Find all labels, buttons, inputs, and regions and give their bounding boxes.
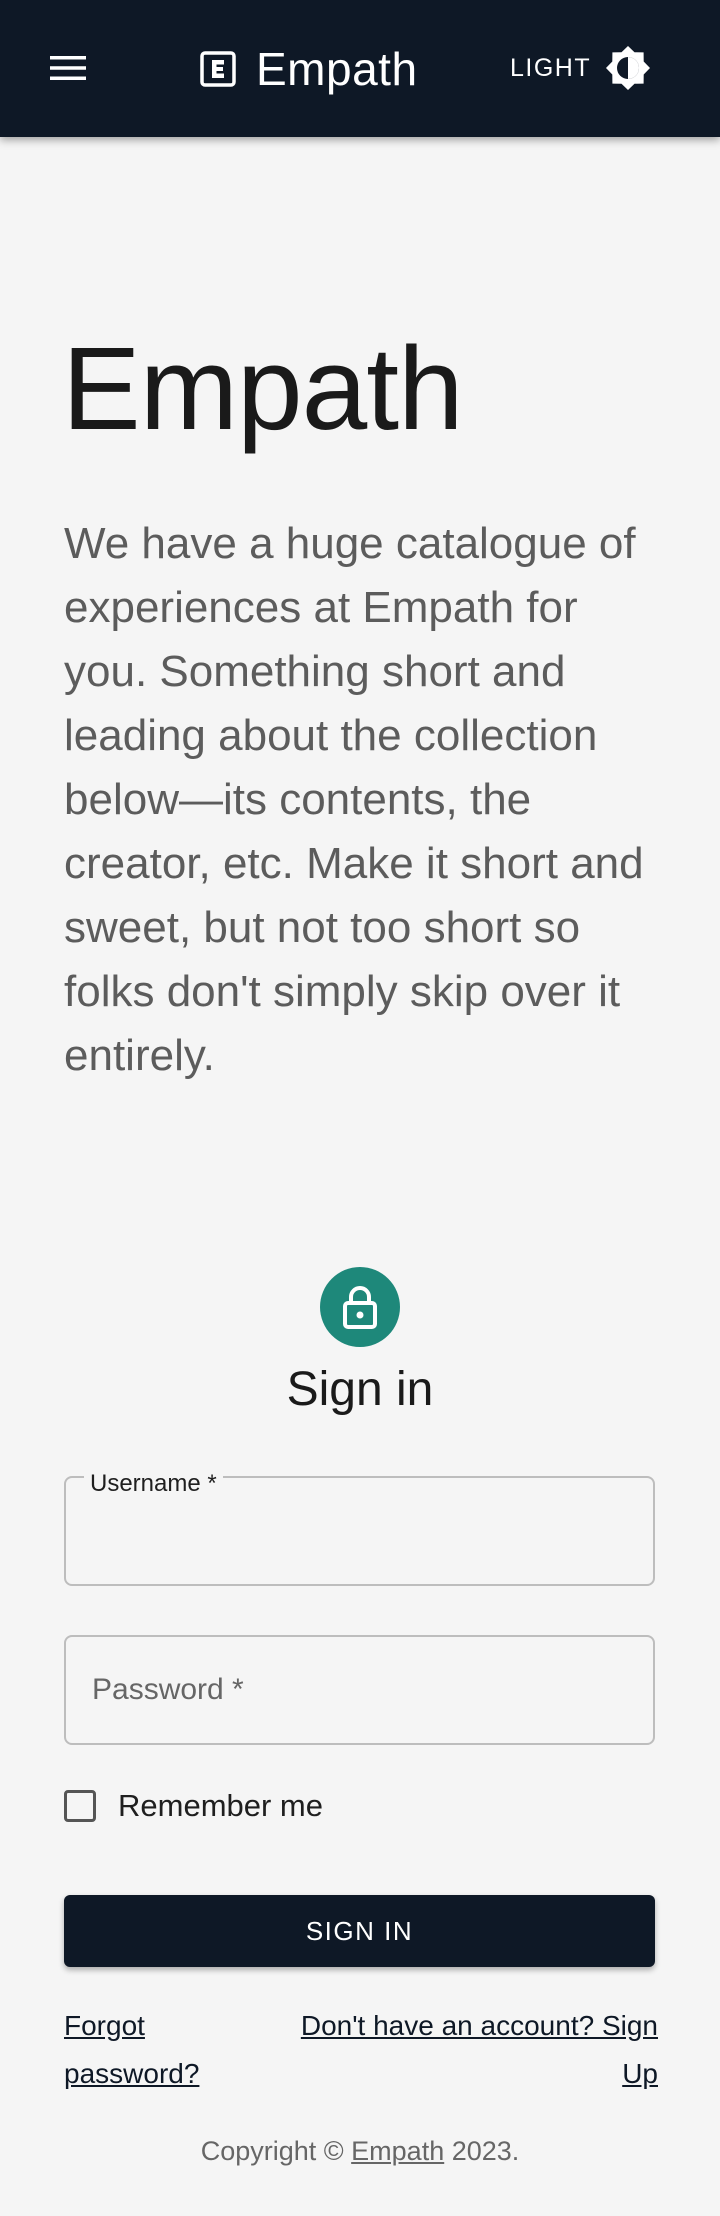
copyright-suffix: 2023. [444,2136,520,2166]
app-bar: Empath LIGHT [0,0,720,137]
theme-label: LIGHT [510,53,592,82]
remember-me-checkbox[interactable] [64,1790,96,1822]
forgot-password-line1: Forgot [64,2010,145,2041]
sign-in-button[interactable]: SIGN IN [64,1895,655,1967]
remember-me-label: Remember me [118,1788,323,1823]
lock-avatar [320,1267,400,1347]
menu-button[interactable] [50,46,110,90]
hero-title: Empath [62,323,464,455]
password-field[interactable]: Password * [64,1635,655,1745]
theme-toggle-button[interactable]: LIGHT [510,40,651,96]
password-placeholder: Password * [92,1673,244,1706]
brand-logo-link[interactable]: Empath [200,36,418,102]
brand-name: Empath [256,43,418,95]
forgot-password-line2: password? [64,2058,200,2089]
copyright-brand-link[interactable]: Empath [351,2136,444,2166]
sign-up-link[interactable]: Don't have an account? Sign Up [258,2002,658,2098]
lock-icon [343,1286,377,1329]
username-input[interactable] [64,1476,655,1586]
signin-heading: Sign in [286,1363,434,1416]
forgot-password-link[interactable]: Forgot password? [64,2002,224,2098]
menu-icon [50,56,86,80]
letter-e-box-icon [200,51,236,87]
username-field[interactable]: Username * [64,1472,655,1586]
remember-me-control[interactable]: Remember me [64,1782,323,1830]
hero-description: We have a huge catalogue of experiences … [64,519,644,1080]
copyright-prefix: Copyright © [200,2136,352,2166]
copyright-footer: Copyright © Empath 2023. [0,2136,720,2167]
brightness-icon [606,46,651,90]
